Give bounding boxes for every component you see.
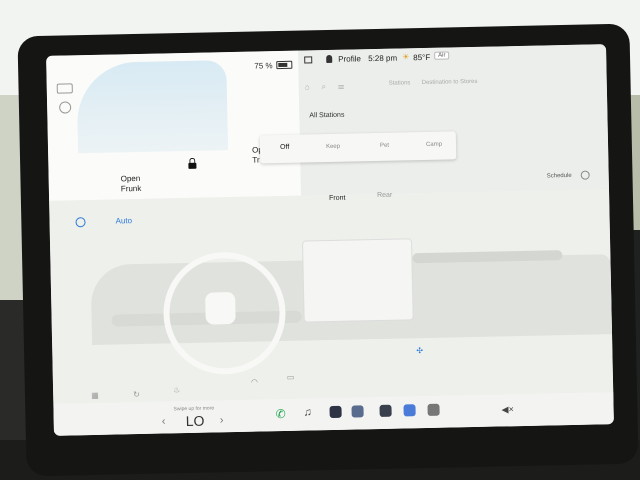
battery-icon	[276, 60, 293, 70]
phone-icon[interactable]: ✆	[275, 407, 287, 421]
battery-percent: 75 %	[254, 61, 273, 71]
car-overview-pane: 75 % Open Frunk Open Tr	[46, 50, 302, 201]
climate-auto-button[interactable]: Auto	[115, 216, 132, 225]
nav-toolbar-icons[interactable]: ⌂⌕☰	[305, 81, 357, 92]
headlight-icon[interactable]	[56, 83, 73, 94]
volume-icon[interactable]: ◀×	[501, 404, 513, 415]
fan-icon[interactable]: ✣	[416, 346, 423, 355]
seat-heat-icon[interactable]: ♨	[173, 385, 180, 394]
front-defrost-icon[interactable]: ◠	[251, 378, 258, 387]
climate-keep-option[interactable]: Keep	[326, 144, 340, 150]
profile-button[interactable]: Profile	[338, 54, 361, 63]
tab-front[interactable]: Front	[329, 195, 345, 202]
climate-camp-option[interactable]: Camp	[426, 142, 442, 148]
temp-up-icon[interactable]: ›	[220, 414, 224, 426]
climate-keep-popup: Off Keep Pet Camp	[259, 131, 457, 164]
touchscreen: 75 % Open Frunk Open Tr Profile 5:28 pm …	[46, 44, 614, 436]
center-screen-illustration	[302, 238, 414, 323]
tab-rear[interactable]: Rear	[377, 192, 392, 199]
schedule-button[interactable]: Schedule	[547, 173, 572, 180]
temp-caption: Swipe up for more	[173, 405, 215, 413]
rear-defrost-icon[interactable]: ▦	[91, 391, 99, 400]
tire-pressure-icon[interactable]	[59, 101, 72, 114]
temp-down-icon[interactable]: ‹	[162, 415, 166, 427]
clock: 5:28 pm	[368, 53, 398, 64]
recirculate-icon[interactable]: ↻	[133, 390, 140, 399]
status-lock-icon[interactable]	[304, 56, 313, 64]
calendar-app-icon[interactable]	[379, 404, 392, 417]
open-frunk-button[interactable]: Open Frunk	[121, 174, 142, 194]
profile-icon[interactable]	[326, 54, 333, 64]
camera-icon[interactable]	[329, 405, 342, 419]
app-launcher-icon[interactable]	[351, 405, 364, 418]
tab-destinations[interactable]: Destination to Stores	[422, 79, 478, 86]
all-stations-heading: All Stations	[309, 111, 345, 120]
air-quality-badge: Air	[434, 51, 450, 60]
climate-off-option[interactable]: Off	[280, 144, 289, 151]
music-icon[interactable]: ♫	[303, 406, 315, 418]
tab-stations[interactable]: Stations	[389, 80, 411, 86]
lock-icon[interactable]	[188, 162, 197, 169]
bluetooth-app-icon[interactable]	[403, 404, 416, 417]
sun-icon: ☀	[402, 52, 410, 62]
vent-mode-icon[interactable]: ▭	[287, 373, 295, 382]
car-window	[76, 60, 229, 154]
cabin-temperature: LO	[185, 412, 205, 430]
toybox-app-icon[interactable]	[427, 403, 440, 416]
climate-pet-option[interactable]: Pet	[380, 143, 389, 149]
steering-wheel-hub	[205, 291, 236, 325]
outside-temperature: 85°F	[413, 52, 431, 63]
